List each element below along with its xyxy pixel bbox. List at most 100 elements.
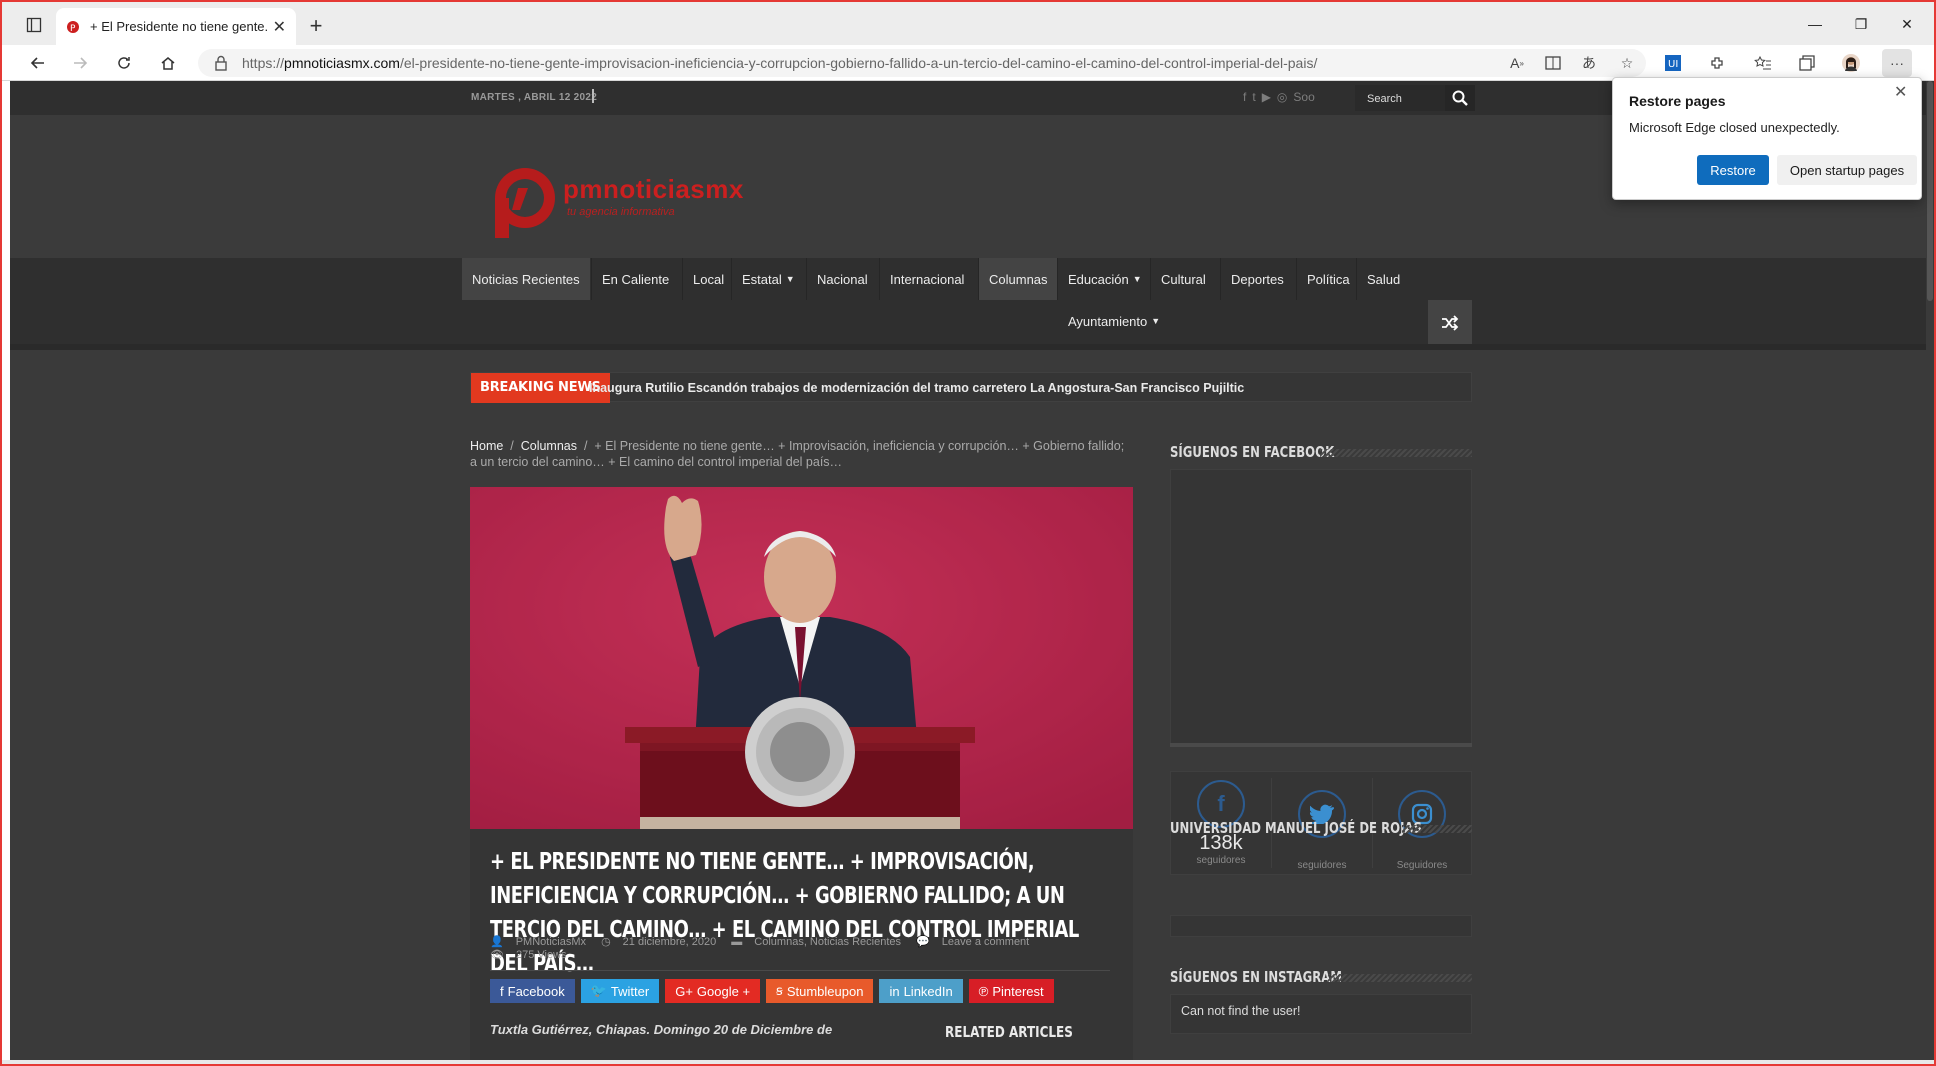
url-path: /el-presidente-no-tiene-gente-improvisac…: [399, 55, 1318, 71]
share-label: Stumbleupon: [786, 983, 864, 999]
site-favicon-icon: P: [67, 20, 79, 34]
nav-estatal[interactable]: Estatal ▼: [732, 258, 805, 300]
author-icon: 👤: [490, 936, 504, 948]
share-linkedin-button[interactable]: in LinkedIn: [879, 979, 963, 1003]
nav-educacion[interactable]: Educación ▼: [1058, 258, 1152, 300]
breadcrumb-section[interactable]: Columnas: [521, 439, 577, 453]
scrollbar-thumb[interactable]: [1927, 81, 1933, 301]
translate-icon[interactable]: あ: [1574, 49, 1604, 77]
article-author[interactable]: PMNoticiasMx: [516, 936, 586, 948]
article-views: 275 Views: [515, 949, 567, 961]
nav-internacional[interactable]: Internacional: [880, 258, 974, 300]
share-label: LinkedIn: [903, 983, 953, 999]
article-body: + EL PRESIDENTE NO TIENE GENTE… + IMPROV…: [470, 829, 1133, 1064]
site-search-button[interactable]: [1445, 85, 1475, 111]
article-meta: 👤 PMNoticiasMx ◷ 21 diciembre, 2020 ▬ Colum…: [490, 936, 1110, 971]
tab-actions-icon: [26, 17, 42, 33]
soo-link[interactable]: Soo: [1293, 90, 1314, 104]
chevron-down-icon: ▼: [785, 274, 795, 284]
close-tab-icon[interactable]: ✕: [273, 17, 286, 37]
nav-label: Nacional: [817, 271, 868, 287]
home-button[interactable]: [152, 49, 184, 77]
restore-pages-dialog: Restore pages Microsoft Edge closed unex…: [1612, 77, 1922, 200]
article-date: 21 diciembre, 2020: [622, 936, 717, 948]
nav-nacional[interactable]: Nacional: [807, 258, 878, 300]
folder-icon: ▬: [731, 936, 743, 948]
share-pinterest-button[interactable]: ℗ Pinterest: [968, 979, 1054, 1003]
dialog-message: Microsoft Edge closed unexpectedly.: [1629, 120, 1840, 135]
google-plus-icon: G+: [675, 983, 693, 999]
clock-icon: ◷: [601, 936, 611, 948]
nav-label: Estatal: [742, 271, 782, 287]
pinterest-icon: ℗: [978, 983, 989, 999]
restore-window-button[interactable]: ❐: [1838, 10, 1884, 38]
settings-more-button[interactable]: ···: [1882, 49, 1912, 77]
open-startup-pages-button[interactable]: Open startup pages: [1777, 155, 1917, 185]
restore-button[interactable]: Restore: [1697, 155, 1769, 185]
nav-ayuntamiento[interactable]: Ayuntamiento ▼: [1058, 300, 1170, 342]
article-categories[interactable]: Columnas, Noticias Recientes: [754, 936, 901, 948]
favorites-icon[interactable]: [1748, 49, 1778, 77]
add-favorite-icon[interactable]: ☆: [1612, 49, 1642, 77]
address-bar[interactable]: https://pmnoticiasmx.com/el-presidente-n…: [198, 49, 1646, 77]
collections-icon[interactable]: [1792, 49, 1822, 77]
share-stumbleupon-button[interactable]: ꞩ Stumbleupon: [766, 979, 874, 1003]
refresh-icon: [118, 57, 130, 69]
share-facebook-button[interactable]: f Facebook: [490, 979, 575, 1003]
tab-actions-button[interactable]: [16, 10, 52, 40]
eye-icon: 👁: [490, 949, 504, 961]
breadcrumb-home[interactable]: Home: [470, 439, 503, 453]
facebook-follower-label: seguidores: [1196, 855, 1246, 866]
page-scrollbar[interactable]: [1926, 81, 1934, 1064]
nav-politica[interactable]: Política: [1297, 258, 1360, 300]
nav-columnas[interactable]: Columnas: [979, 258, 1058, 300]
refresh-button[interactable]: [108, 49, 140, 77]
facebook-icon[interactable]: f: [1243, 90, 1246, 104]
logo-name: pmnoticiasmx: [563, 174, 744, 204]
share-twitter-button[interactable]: 🐦 Twitter: [580, 979, 660, 1003]
new-tab-button[interactable]: +: [302, 12, 330, 40]
immersive-reader-icon[interactable]: [1538, 49, 1568, 77]
site-logo[interactable]: pmnoticiasmx tu agencia informativa: [485, 160, 743, 250]
search-icon: [1452, 90, 1468, 106]
related-articles-title: RELATED ARTICLES: [945, 1023, 1073, 1041]
main-navigation: Noticias Recientes En Caliente Local Est…: [10, 258, 1928, 350]
profile-avatar[interactable]: [1836, 49, 1866, 77]
instagram-icon[interactable]: ◎: [1277, 90, 1287, 104]
nav-local[interactable]: Local: [683, 258, 734, 300]
browser-tab[interactable]: P + El Presidente no tiene gente... ✕: [56, 8, 296, 45]
breaking-news-link[interactable]: Inaugura Rutilio Escandón trabajos de mo…: [589, 381, 1244, 395]
read-aloud-icon[interactable]: A»: [1502, 49, 1532, 77]
nav-label: Columnas: [989, 271, 1048, 287]
twitter-icon: 🐦: [590, 983, 607, 998]
site-search-input[interactable]: Search: [1355, 85, 1445, 111]
extension-ui-icon[interactable]: UI: [1658, 49, 1688, 77]
nav-label: Deportes: [1231, 271, 1284, 287]
leave-comment-link[interactable]: Leave a comment: [942, 936, 1029, 948]
date-separator: [592, 89, 594, 103]
nav-deportes[interactable]: Deportes: [1221, 258, 1294, 300]
nav-en-caliente[interactable]: En Caliente: [592, 258, 679, 300]
university-widget: [1170, 915, 1472, 937]
nav-salud[interactable]: Salud: [1357, 258, 1410, 300]
twitter-icon[interactable]: t: [1252, 90, 1255, 104]
close-dialog-icon[interactable]: ✕: [1894, 82, 1907, 102]
back-button[interactable]: [22, 49, 54, 77]
nav-label: Política: [1307, 271, 1350, 287]
close-window-button[interactable]: ✕: [1884, 10, 1930, 38]
lock-icon[interactable]: [214, 55, 228, 71]
youtube-icon[interactable]: ▶: [1262, 90, 1271, 104]
chevron-down-icon: ▼: [1132, 274, 1142, 284]
share-google-button[interactable]: G+ Google +: [665, 979, 761, 1003]
nav-label: Ayuntamiento: [1068, 313, 1148, 329]
svg-text:P: P: [70, 24, 76, 34]
forward-button[interactable]: [64, 49, 96, 77]
nav-noticias-recientes[interactable]: Noticias Recientes: [462, 258, 590, 300]
random-article-button[interactable]: [1428, 300, 1472, 346]
nav-cultural[interactable]: Cultural: [1151, 258, 1216, 300]
chevron-down-icon: ▼: [1151, 316, 1161, 326]
minimize-button[interactable]: —: [1792, 10, 1838, 38]
facebook-icon: f: [500, 983, 504, 999]
nav-label: Educación: [1068, 271, 1129, 287]
extensions-icon[interactable]: [1702, 49, 1732, 77]
